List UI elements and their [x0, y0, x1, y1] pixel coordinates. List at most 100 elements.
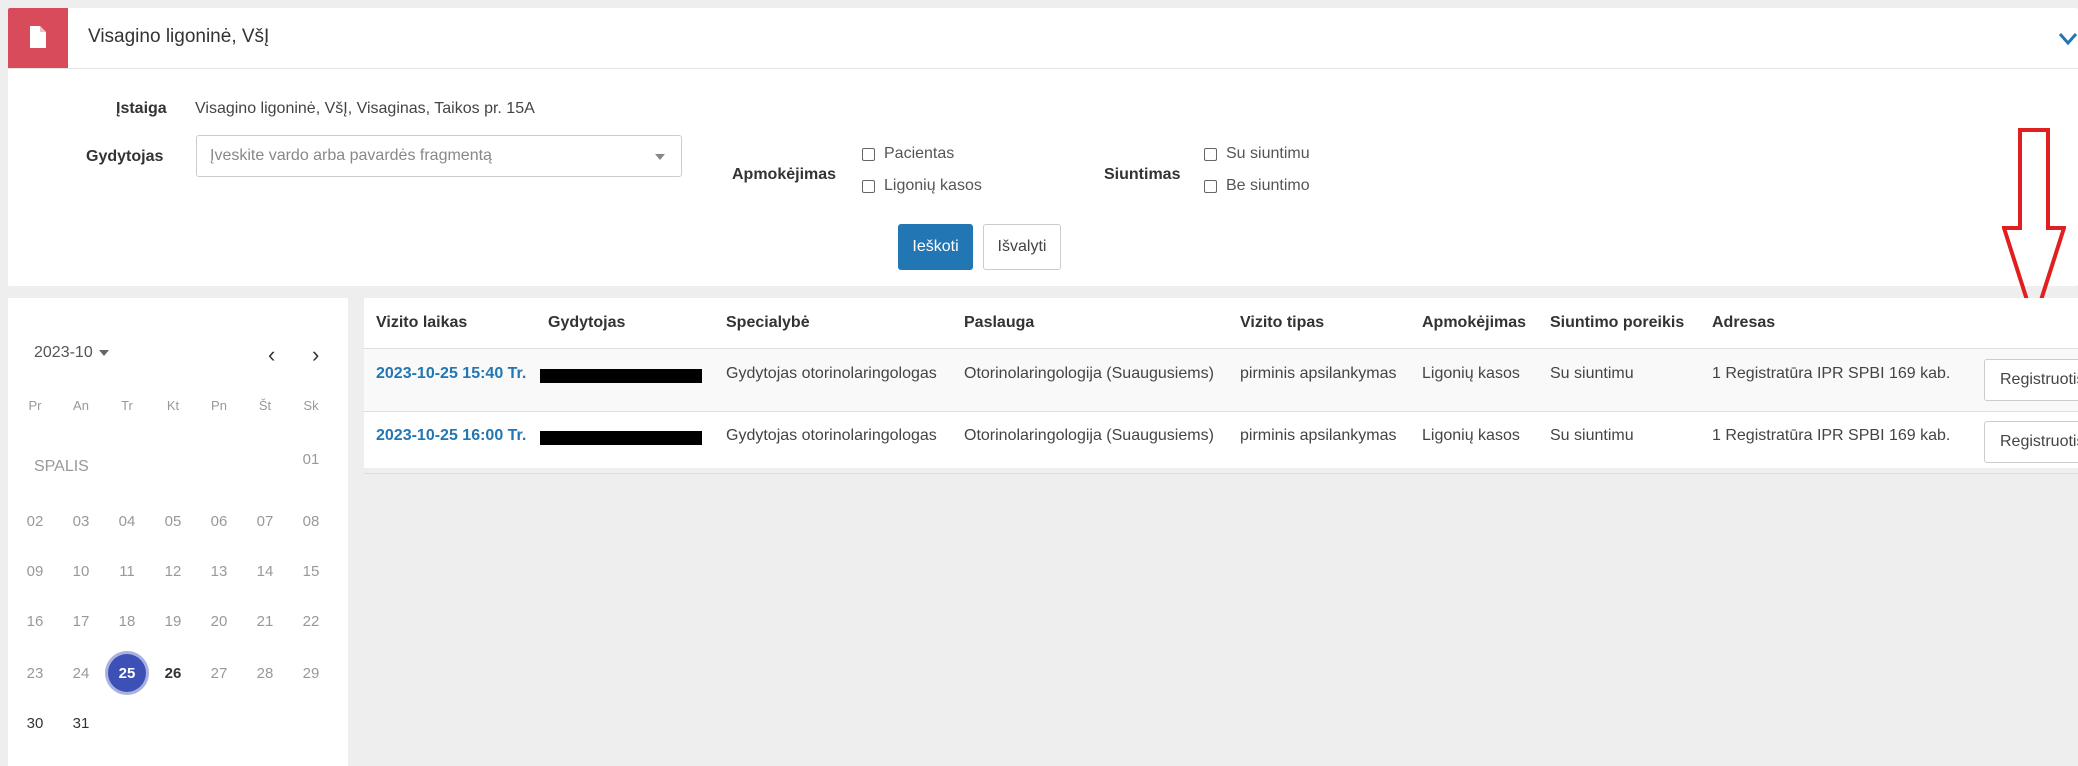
calendar-day[interactable]: 11: [108, 552, 146, 590]
calendar-day[interactable]: 20: [200, 602, 238, 640]
payment-patient-option[interactable]: Pacientas: [862, 145, 954, 163]
month-label: SPALIS: [34, 458, 89, 475]
apmokejimas-label: Apmokėjimas: [732, 166, 837, 183]
weekday-label: Tr: [121, 398, 133, 413]
next-month-icon[interactable]: ›: [312, 342, 319, 368]
search-button[interactable]: Ieškoti: [898, 224, 973, 270]
register-button[interactable]: Registruotis: [1984, 359, 2078, 401]
doctor-search-select[interactable]: Įveskite vardo arba pavardės fragmentą: [196, 135, 682, 177]
weekday-label: Kt: [166, 398, 180, 413]
visit-time-link[interactable]: 2023-10-25 16:00 Tr.: [376, 427, 526, 445]
prev-month-icon[interactable]: ‹: [268, 342, 275, 368]
filter-panel: Visagino ligoninė, VšĮ Įstaiga Visagino …: [8, 8, 2078, 324]
month-select[interactable]: 2023-10: [34, 344, 109, 362]
table-row: 2023-10-25 15:40 Tr. Gydytojas otorinola…: [364, 348, 2078, 412]
checkbox[interactable]: [862, 179, 875, 193]
visit-type-cell: pirminis apsilankymas: [1240, 427, 1397, 444]
panel-header[interactable]: Visagino ligoninė, VšĮ: [8, 8, 2078, 69]
calendar-day[interactable]: 27: [200, 654, 238, 692]
istaiga-label: Įstaiga: [116, 100, 167, 117]
institution-title: Visagino ligoninė, VšĮ: [88, 26, 270, 47]
referral-with-option[interactable]: Su siuntimu: [1204, 145, 1310, 163]
table-row: 2023-10-25 16:00 Tr. Gydytojas otorinola…: [364, 411, 2078, 474]
column-header: Adresas: [1712, 314, 1776, 331]
service-cell: Otorinolaringologija (Suaugusiems): [964, 427, 1214, 444]
calendar-day[interactable]: 04: [108, 502, 146, 540]
calendar-day[interactable]: 28: [246, 654, 284, 692]
month-value: 2023-10: [34, 344, 93, 361]
payment-cell: Ligonių kasos: [1422, 427, 1520, 444]
redacted-doctor-name: [540, 431, 702, 445]
payment-insurance-option[interactable]: Ligonių kasos: [862, 177, 982, 195]
payment-cell: Ligonių kasos: [1422, 365, 1520, 382]
calendar: 2023-10 ‹ › Pr An Tr Kt Pn Št Sk SPALIS …: [8, 298, 348, 766]
calendar-day[interactable]: 09: [16, 552, 54, 590]
gydytojas-label: Gydytojas: [86, 148, 164, 165]
calendar-day[interactable]: 15: [292, 552, 330, 590]
register-button[interactable]: Registruotis: [1984, 421, 2078, 463]
weekday-label: Sk: [303, 398, 319, 413]
calendar-day[interactable]: 06: [200, 502, 238, 540]
doctor-select-placeholder: Įveskite vardo arba pavardės fragmentą: [210, 147, 492, 164]
weekday-label: Pr: [28, 398, 42, 413]
referral-without-option[interactable]: Be siuntimo: [1204, 177, 1310, 195]
weekday-label: An: [73, 398, 89, 413]
column-header: Specialybė: [726, 314, 810, 331]
visit-type-cell: pirminis apsilankymas: [1240, 365, 1397, 382]
red-arrow-down-icon: [2002, 128, 2066, 324]
calendar-day[interactable]: 13: [200, 552, 238, 590]
calendar-day[interactable]: 17: [62, 602, 100, 640]
checkbox-label: Pacientas: [884, 145, 955, 162]
calendar-day[interactable]: 29: [292, 654, 330, 692]
checkbox[interactable]: [1204, 179, 1217, 193]
clear-button[interactable]: Išvalyti: [983, 224, 1061, 270]
specialty-cell: Gydytojas otorinolaringologas: [726, 365, 937, 382]
calendar-day[interactable]: 21: [246, 602, 284, 640]
referral-cell: Su siuntimu: [1550, 365, 1634, 382]
calendar-day[interactable]: 25: [108, 654, 146, 692]
column-header: Vizito laikas: [376, 314, 468, 331]
column-header: Apmokėjimas: [1422, 314, 1527, 331]
address-cell: 1 Registratūra IPR SPBI 169 kab.: [1712, 365, 1951, 382]
calendar-day[interactable]: 24: [62, 654, 100, 692]
column-header: Paslauga: [964, 314, 1035, 331]
calendar-day[interactable]: 02: [16, 502, 54, 540]
calendar-day[interactable]: 12: [154, 552, 192, 590]
referral-cell: Su siuntimu: [1550, 427, 1634, 444]
siuntimas-label: Siuntimas: [1104, 166, 1181, 183]
column-header: Vizito tipas: [1240, 314, 1325, 331]
calendar-day[interactable]: 10: [62, 552, 100, 590]
specialty-cell: Gydytojas otorinolaringologas: [726, 427, 937, 444]
checkbox-label: Ligonių kasos: [884, 177, 982, 194]
checkbox[interactable]: [862, 147, 875, 161]
calendar-day[interactable]: 19: [154, 602, 192, 640]
checkbox-label: Be siuntimo: [1226, 177, 1310, 194]
calendar-day[interactable]: 31: [62, 704, 100, 742]
document-icon: [30, 26, 46, 48]
calendar-day[interactable]: 18: [108, 602, 146, 640]
calendar-day[interactable]: 01: [292, 440, 330, 478]
calendar-day[interactable]: 23: [16, 654, 54, 692]
dropdown-caret-icon: [98, 349, 109, 356]
weekday-label: Pn: [211, 398, 227, 413]
column-header: Siuntimo poreikis: [1550, 314, 1685, 331]
calendar-day[interactable]: 07: [246, 502, 284, 540]
redacted-doctor-name: [540, 369, 702, 383]
calendar-day[interactable]: 05: [154, 502, 192, 540]
calendar-day[interactable]: 30: [16, 704, 54, 742]
calendar-day[interactable]: 08: [292, 502, 330, 540]
document-badge: [8, 8, 68, 68]
checkbox[interactable]: [1204, 147, 1217, 161]
calendar-day[interactable]: 26: [154, 654, 192, 692]
calendar-day[interactable]: 16: [16, 602, 54, 640]
calendar-day[interactable]: 14: [246, 552, 284, 590]
istaiga-value: Visagino ligoninė, VšĮ, Visaginas, Taiko…: [195, 100, 535, 117]
results-table: Vizito laikas Gydytojas Specialybė Pasla…: [364, 298, 2078, 474]
calendar-day[interactable]: 22: [292, 602, 330, 640]
visit-time-link[interactable]: 2023-10-25 15:40 Tr.: [376, 365, 526, 383]
checkbox-label: Su siuntimu: [1226, 145, 1310, 162]
column-header: Gydytojas: [548, 314, 626, 331]
calendar-day[interactable]: 03: [62, 502, 100, 540]
chevron-down-icon[interactable]: [2058, 32, 2078, 46]
service-cell: Otorinolaringologija (Suaugusiems): [964, 365, 1214, 382]
